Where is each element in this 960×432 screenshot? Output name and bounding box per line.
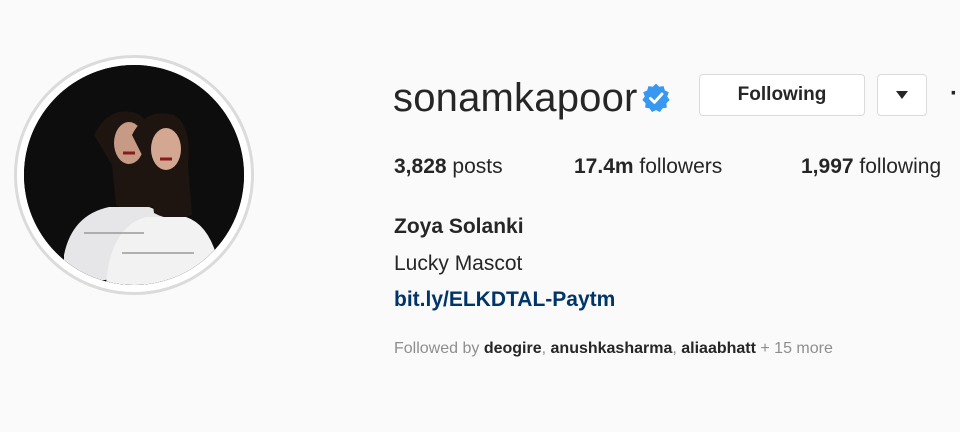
verified-badge-icon: [642, 83, 670, 112]
following-count-label: following: [859, 155, 942, 178]
posts-count-label: posts: [452, 155, 503, 178]
followed-by-line: Followed by deogire, anushkasharma, alia…: [394, 340, 833, 358]
followers-count-label: followers: [639, 155, 723, 178]
followed-by-separator: ,: [672, 340, 682, 357]
posts-count: 3,828 posts: [394, 155, 503, 179]
profile-website-link[interactable]: bit.ly/ELKDTAL-Paytm: [394, 288, 615, 312]
more-options-icon[interactable]: ···: [950, 80, 960, 108]
posts-count-value: 3,828: [394, 155, 447, 178]
suggestions-dropdown-button[interactable]: [877, 74, 927, 116]
followed-by-prefix: Followed by: [394, 340, 480, 357]
caret-down-icon: [896, 91, 908, 99]
profile-bio-text: Lucky Mascot: [394, 252, 523, 275]
followed-by-separator: ,: [541, 340, 551, 357]
followed-by-user-3[interactable]: aliaabhatt: [681, 340, 756, 357]
profile-avatar[interactable]: [24, 65, 244, 285]
profile-username: sonamkapoor: [393, 76, 638, 120]
avatar-photo: [24, 65, 244, 285]
following-button[interactable]: Following: [699, 74, 865, 116]
followers-link[interactable]: 17.4m followers: [574, 155, 722, 179]
followed-by-more[interactable]: + 15 more: [760, 340, 832, 357]
followers-count-value: 17.4m: [574, 155, 634, 178]
profile-avatar-ring[interactable]: [14, 55, 254, 295]
following-count-value: 1,997: [801, 155, 854, 178]
following-link[interactable]: 1,997 following: [801, 155, 941, 179]
profile-full-name: Zoya Solanki: [394, 215, 524, 238]
followed-by-user-1[interactable]: deogire: [484, 340, 542, 357]
followed-by-user-2[interactable]: anushkasharma: [551, 340, 673, 357]
